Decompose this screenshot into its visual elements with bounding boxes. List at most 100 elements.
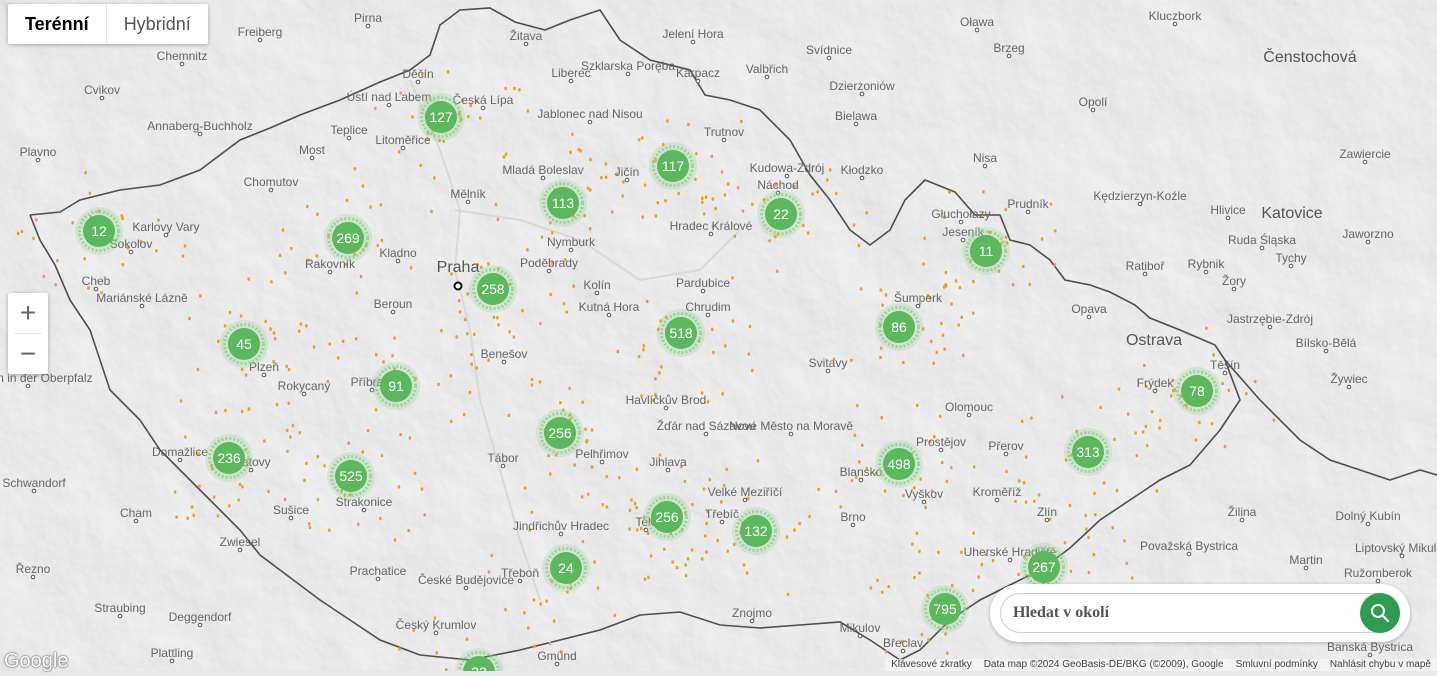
point-marker: [407, 528, 410, 533]
point-marker: [286, 449, 289, 454]
place-label: Domažlice: [152, 445, 208, 459]
cluster-marker[interactable]: 256: [643, 493, 691, 541]
google-logo[interactable]: Google: [4, 650, 69, 673]
point-marker: [887, 584, 890, 589]
point-marker: [298, 431, 302, 435]
map-type-hybrid-button[interactable]: Hybridní: [105, 4, 208, 44]
point-marker: [391, 354, 394, 358]
point-marker: [565, 310, 569, 314]
point-marker: [571, 132, 574, 136]
point-marker: [590, 428, 594, 432]
place-dot: [921, 499, 927, 505]
point-marker: [828, 168, 832, 172]
place-label: Tychy: [1275, 251, 1306, 265]
point-marker: [1063, 541, 1067, 545]
point-marker: [605, 474, 609, 479]
cluster-marker[interactable]: 113: [539, 179, 587, 227]
terms-link[interactable]: Smluvní podmínky: [1230, 659, 1324, 671]
cluster-count: 313: [1076, 444, 1100, 460]
place-dot: [1303, 565, 1309, 571]
point-marker: [924, 505, 927, 510]
map-canvas[interactable]: Pirna Freiberg Žitava Jelení Hora Svídnice Oł…: [0, 0, 1437, 676]
map-type-control[interactable]: Terénní Hybridní: [8, 4, 208, 44]
point-marker: [915, 403, 919, 408]
place-dot: [523, 41, 529, 47]
city-label: Praha: [437, 259, 480, 276]
place-dot: [853, 121, 859, 127]
point-marker: [601, 503, 605, 507]
place-dot: [237, 547, 243, 553]
cluster-marker[interactable]: 86: [875, 303, 923, 351]
point-marker: [278, 253, 282, 257]
point-marker: [751, 202, 754, 206]
report-error-link[interactable]: Nahlásit chybu v mapě: [1324, 659, 1437, 671]
point-marker: [600, 176, 603, 180]
search-input[interactable]: [1000, 593, 1400, 633]
cluster-count: 12: [91, 223, 107, 239]
cluster-marker[interactable]: 24: [542, 544, 590, 592]
point-marker: [374, 106, 377, 110]
point-marker: [700, 557, 704, 561]
place-dot: [700, 288, 706, 294]
cluster-marker[interactable]: 127: [417, 93, 465, 141]
cluster-marker[interactable]: 12: [75, 207, 123, 255]
cluster-marker[interactable]: 498: [875, 440, 923, 488]
point-marker: [687, 122, 690, 127]
cluster-marker[interactable]: 236: [205, 434, 253, 482]
point-marker: [507, 413, 511, 418]
point-marker: [858, 460, 861, 464]
place-dot: [558, 531, 564, 537]
point-marker: [701, 200, 704, 204]
zoom-control[interactable]: + −: [8, 293, 48, 374]
point-marker: [1084, 513, 1088, 518]
point-marker: [437, 382, 440, 387]
cluster-marker[interactable]: 78: [1173, 367, 1221, 415]
city-label: Katovice: [1261, 205, 1322, 222]
terrain-map[interactable]: Pirna Freiberg Žitava Jelení Hora Svídnice Oł…: [0, 0, 1437, 676]
cluster-marker[interactable]: 22: [757, 190, 805, 238]
point-marker: [635, 505, 638, 510]
zoom-out-button[interactable]: −: [8, 334, 48, 374]
cluster-marker[interactable]: 313: [1064, 428, 1112, 476]
cluster-marker[interactable]: 258: [469, 265, 517, 313]
point-marker: [316, 212, 319, 216]
cluster-marker[interactable]: 91: [372, 362, 420, 410]
place-label: Nové Město na Moravě: [729, 419, 853, 433]
place-dot: [480, 105, 486, 111]
map-type-terrain-button[interactable]: Terénní: [8, 4, 106, 44]
point-marker: [462, 412, 466, 417]
cluster-count: 267: [1032, 559, 1056, 575]
place-dot: [1346, 384, 1352, 390]
point-marker: [880, 416, 883, 420]
point-marker: [834, 191, 838, 196]
place-label: Prudník: [1007, 197, 1049, 211]
point-marker: [312, 345, 316, 349]
zoom-in-button[interactable]: +: [8, 293, 48, 333]
point-marker: [663, 547, 666, 551]
place-dot: [994, 497, 1000, 503]
keyboard-shortcuts-link[interactable]: Klávesové zkratky: [885, 659, 978, 671]
cluster-marker[interactable]: 269: [324, 214, 372, 262]
cluster-marker[interactable]: 256: [536, 409, 584, 457]
point-marker: [328, 528, 331, 532]
cluster-marker[interactable]: 795: [921, 585, 969, 633]
cluster-marker[interactable]: 11: [962, 227, 1010, 275]
place-label: Liptovský Mikuláš: [1355, 541, 1437, 555]
point-marker: [723, 193, 727, 197]
cluster-marker[interactable]: 117: [649, 142, 697, 190]
point-marker: [972, 531, 975, 535]
point-marker: [971, 311, 975, 315]
point-marker: [962, 353, 965, 358]
search-button[interactable]: [1360, 593, 1400, 633]
point-marker: [465, 637, 469, 641]
point-marker: [740, 119, 743, 124]
cluster-marker[interactable]: 525: [327, 452, 375, 500]
point-marker: [972, 279, 975, 284]
cluster-marker[interactable]: 132: [732, 507, 780, 555]
cluster-marker[interactable]: 45: [220, 320, 268, 368]
point-marker: [1030, 416, 1033, 420]
cluster-marker[interactable]: 518: [657, 309, 705, 357]
place-dot: [1203, 269, 1209, 275]
point-marker: [991, 559, 995, 563]
cluster-count: 11: [979, 243, 994, 259]
